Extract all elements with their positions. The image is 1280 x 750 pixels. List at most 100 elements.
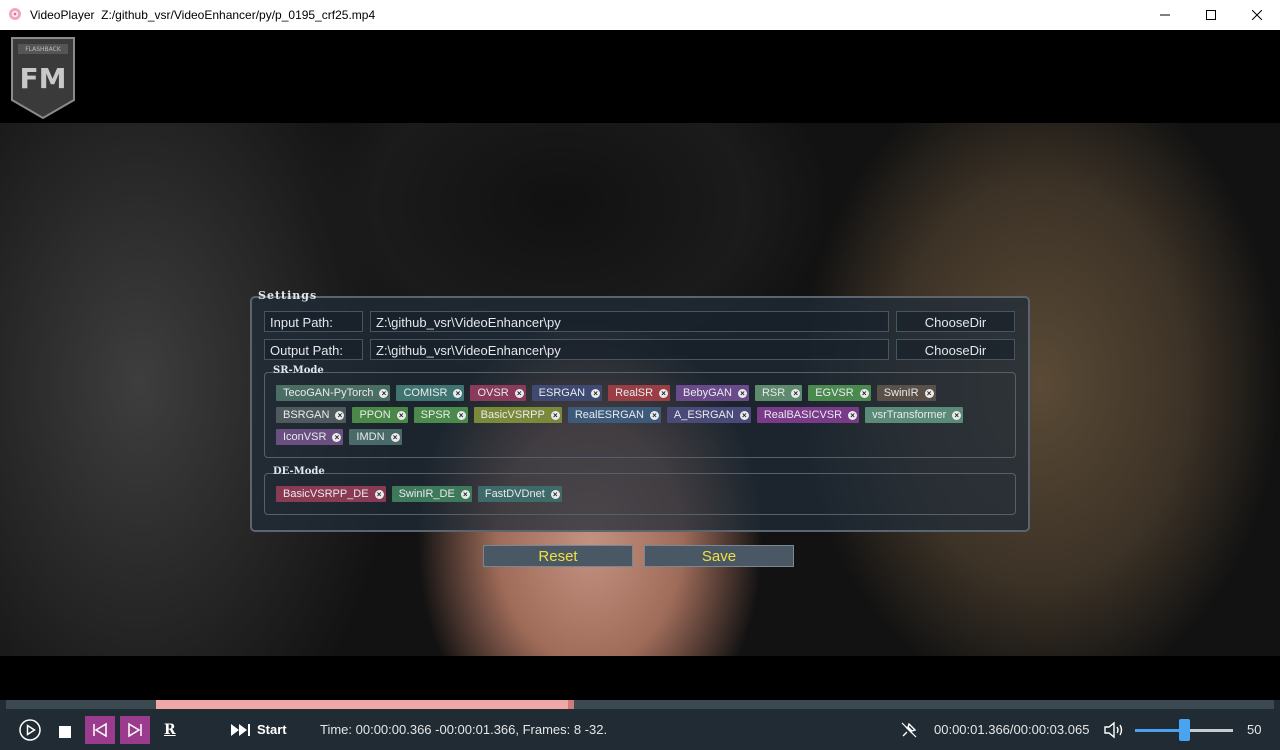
input-choose-dir-button[interactable]: ChooseDir — [896, 311, 1015, 332]
stop-button[interactable] — [59, 725, 71, 743]
volume-slider-handle[interactable] — [1179, 719, 1190, 741]
remove-tag-icon[interactable]: × — [453, 388, 463, 398]
sr-mode-tag-label: COMISR — [403, 387, 448, 399]
output-choose-dir-button[interactable]: ChooseDir — [896, 339, 1015, 360]
remove-tag-icon[interactable]: × — [591, 388, 601, 398]
file-path: Z:/github_vsr/VideoEnhancer/py/p_0195_cr… — [101, 8, 376, 22]
sr-mode-tag[interactable]: SwinIR × — [876, 385, 936, 401]
close-button[interactable] — [1234, 0, 1280, 30]
time-info: Time: 00:00:00.366 -00:00:01.366, Frames… — [320, 722, 608, 737]
svg-text:FM: FM — [20, 62, 67, 95]
remove-tag-icon[interactable]: × — [791, 388, 801, 398]
volume-value: 50 — [1247, 722, 1262, 737]
skip-back-icon — [93, 722, 107, 738]
sr-mode-tag[interactable]: RealBASICVSR × — [756, 407, 860, 423]
set-start-button[interactable] — [85, 716, 115, 744]
sr-mode-tag[interactable]: RealSR × — [608, 385, 671, 401]
set-end-button[interactable] — [120, 716, 150, 744]
remove-tag-icon[interactable]: × — [332, 432, 342, 442]
progress-bar[interactable] — [6, 700, 1274, 709]
sr-mode-tag-label: A_ESRGAN — [673, 409, 734, 421]
progress-handle[interactable] — [568, 700, 574, 709]
remove-tag-icon[interactable]: × — [649, 410, 659, 420]
output-path-field[interactable]: Z:\github_vsr\VideoEnhancer\py — [370, 339, 889, 360]
remove-tag-icon[interactable]: × — [379, 388, 389, 398]
remove-tag-icon[interactable]: × — [952, 410, 962, 420]
app-name: VideoPlayer — [30, 8, 95, 22]
progress-fill — [156, 700, 574, 709]
de-mode-tag-label: FastDVDnet — [484, 488, 545, 500]
minimize-button[interactable] — [1142, 0, 1188, 30]
remove-tag-icon[interactable]: × — [924, 388, 934, 398]
maximize-button[interactable] — [1188, 0, 1234, 30]
reset-button[interactable]: Reset — [483, 545, 633, 567]
de-mode-title: DE-Mode — [273, 466, 325, 477]
video-area[interactable]: FLASHBACK FM Settings Input Path: Z:\git… — [0, 30, 1280, 700]
sr-mode-tag[interactable]: ESRGAN × — [531, 385, 603, 401]
play-button[interactable] — [19, 719, 41, 746]
sr-mode-tag[interactable]: vsrTransformer × — [865, 407, 964, 423]
output-path-label: Output Path: — [264, 339, 363, 360]
remove-tag-icon[interactable]: × — [848, 410, 858, 420]
fast-forward-icon — [231, 723, 250, 736]
r-button[interactable]: R — [164, 722, 176, 738]
remove-tag-icon[interactable]: × — [514, 388, 524, 398]
de-mode-tag[interactable]: FastDVDnet × — [477, 486, 562, 502]
de-mode-group: DE-Mode BasicVSRPP_DE × SwinIR_DE × FastDVDn… — [264, 466, 1016, 515]
sr-mode-tag-label: ESRGAN — [538, 387, 586, 399]
remove-tag-icon[interactable]: × — [460, 489, 470, 499]
sr-mode-tag[interactable]: BasicVSRPP × — [473, 407, 562, 423]
save-button[interactable]: Save — [644, 545, 794, 567]
de-mode-tag[interactable]: SwinIR_DE × — [391, 486, 472, 502]
input-path-field[interactable]: Z:\github_vsr\VideoEnhancer\py — [370, 311, 889, 332]
sr-mode-tag[interactable]: PPON × — [352, 407, 408, 423]
sr-mode-tag-label: IconVSR — [283, 431, 327, 443]
sr-mode-tag[interactable]: IconVSR × — [276, 429, 344, 445]
play-icon — [19, 719, 41, 741]
sr-mode-tag-label: BebyGAN — [683, 387, 732, 399]
sr-mode-tag[interactable]: IMDN × — [349, 429, 402, 445]
sr-mode-group: SR-Mode TecoGAN-PyTorch × COMISR × OVSR × ESRG… — [264, 365, 1016, 458]
mute-button[interactable] — [1103, 720, 1125, 745]
input-path-label: Input Path: — [264, 311, 363, 332]
sr-mode-tag-label: vsrTransformer — [872, 409, 947, 421]
remove-tag-icon[interactable]: × — [550, 489, 560, 499]
sr-mode-tag[interactable]: TecoGAN-PyTorch × — [276, 385, 391, 401]
remove-tag-icon[interactable]: × — [374, 489, 384, 499]
screenshot-button[interactable] — [900, 721, 918, 744]
sr-mode-tag[interactable]: OVSR × — [470, 385, 526, 401]
sr-mode-tag-label: RealBASICVSR — [763, 409, 843, 421]
sr-mode-tag[interactable]: A_ESRGAN × — [666, 407, 751, 423]
remove-tag-icon[interactable]: × — [659, 388, 669, 398]
sr-mode-tag[interactable]: SPSR × — [413, 407, 468, 423]
sr-mode-tag-label: BasicVSRPP — [480, 409, 545, 421]
start-button[interactable]: Start — [231, 722, 287, 737]
sr-mode-tag[interactable]: EGVSR × — [808, 385, 871, 401]
de-mode-tag[interactable]: BasicVSRPP_DE × — [276, 486, 386, 502]
sr-mode-tag-label: RSR — [761, 387, 786, 399]
sr-mode-tag-label: SPSR — [420, 409, 451, 421]
sr-mode-tag[interactable]: BebyGAN × — [676, 385, 749, 401]
duration-display: 00:00:01.366/00:00:03.065 — [934, 722, 1090, 737]
remove-tag-icon[interactable]: × — [335, 410, 345, 420]
remove-tag-icon[interactable]: × — [390, 432, 400, 442]
sr-mode-tag-label: RealESRGAN — [574, 409, 644, 421]
remove-tag-icon[interactable]: × — [550, 410, 560, 420]
maximize-icon — [1206, 10, 1216, 20]
skip-forward-icon — [128, 722, 142, 738]
sr-mode-tag[interactable]: RealESRGAN × — [567, 407, 661, 423]
sr-mode-tag[interactable]: COMISR × — [396, 385, 465, 401]
player-controls: R Start Time: 00:00:00.366 -00:00:01.366… — [0, 700, 1280, 750]
remove-tag-icon[interactable]: × — [739, 410, 749, 420]
volume-icon — [1104, 721, 1123, 739]
settings-panel: Settings Input Path: Z:\github_vsr\Video… — [250, 289, 1030, 532]
remove-tag-icon[interactable]: × — [456, 410, 466, 420]
remove-tag-icon[interactable]: × — [396, 410, 406, 420]
remove-tag-icon[interactable]: × — [859, 388, 869, 398]
sr-mode-tag[interactable]: BSRGAN × — [276, 407, 347, 423]
sr-mode-tag[interactable]: RSR × — [754, 385, 803, 401]
remove-tag-icon[interactable]: × — [737, 388, 747, 398]
sr-mode-tag-label: BSRGAN — [283, 409, 330, 421]
sr-mode-tag-label: RealSR — [615, 387, 654, 399]
settings-title: Settings — [258, 289, 318, 302]
